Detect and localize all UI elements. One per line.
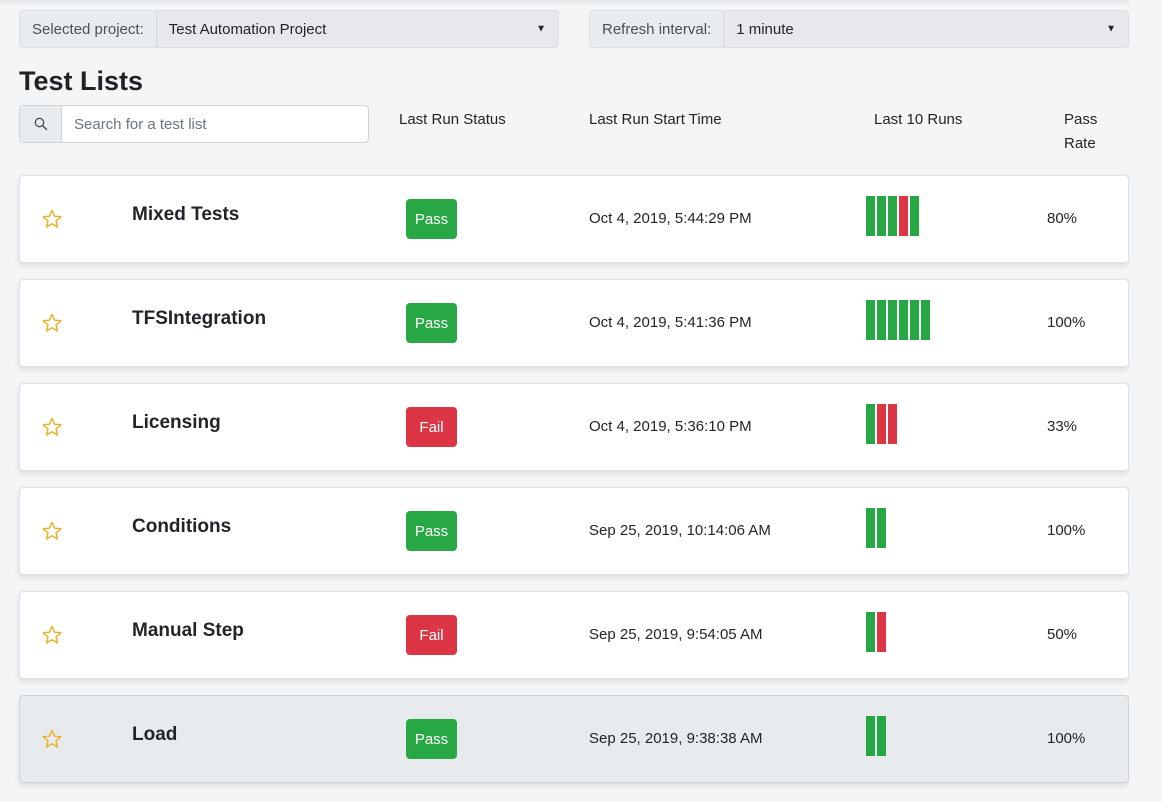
refresh-interval-label: Refresh interval: bbox=[590, 11, 725, 47]
star-icon[interactable] bbox=[41, 624, 63, 646]
last-runs-chart bbox=[866, 508, 888, 548]
run-bar-pass[interactable] bbox=[866, 508, 875, 548]
run-bar-pass[interactable] bbox=[888, 300, 897, 340]
run-bar-fail[interactable] bbox=[877, 404, 886, 444]
refresh-interval-select[interactable]: Refresh interval: 1 minute ▼ bbox=[589, 10, 1129, 48]
pass-rate: 80% bbox=[1047, 210, 1078, 227]
status-badge: Pass bbox=[406, 511, 457, 551]
test-list-row[interactable]: Conditions Pass Sep 25, 2019, 10:14:06 A… bbox=[19, 487, 1129, 575]
run-bar-pass[interactable] bbox=[899, 300, 908, 340]
run-bar-pass[interactable] bbox=[910, 196, 919, 236]
page-gutter bbox=[1129, 0, 1162, 802]
run-bar-fail[interactable] bbox=[888, 404, 897, 444]
star-icon[interactable] bbox=[41, 520, 63, 542]
test-list-name[interactable]: TFSIntegration bbox=[132, 308, 266, 330]
run-bar-pass[interactable] bbox=[921, 300, 930, 340]
test-list-row[interactable]: TFSIntegration Pass Oct 4, 2019, 5:41:36… bbox=[19, 279, 1129, 367]
test-list-row[interactable]: Manual Step Fail Sep 25, 2019, 9:54:05 A… bbox=[19, 591, 1129, 679]
last-runs-chart bbox=[866, 196, 921, 236]
run-bar-pass[interactable] bbox=[877, 508, 886, 548]
status-badge: Pass bbox=[406, 719, 457, 759]
last-run-start-time: Oct 4, 2019, 5:36:10 PM bbox=[589, 418, 752, 435]
pass-rate: 100% bbox=[1047, 522, 1086, 539]
page-title: Test Lists bbox=[19, 66, 144, 96]
test-list-name[interactable]: Mixed Tests bbox=[132, 204, 239, 226]
run-bar-pass[interactable] bbox=[910, 300, 919, 340]
star-icon[interactable] bbox=[41, 208, 63, 230]
test-list-row[interactable]: Mixed Tests Pass Oct 4, 2019, 5:44:29 PM… bbox=[19, 175, 1129, 263]
last-runs-chart bbox=[866, 612, 888, 652]
run-bar-fail[interactable] bbox=[899, 196, 908, 236]
last-runs-chart bbox=[866, 300, 932, 340]
column-header-status[interactable]: Last Run Status bbox=[399, 108, 506, 132]
column-header-start-time[interactable]: Last Run Start Time bbox=[589, 108, 722, 132]
run-bar-pass[interactable] bbox=[866, 404, 875, 444]
last-run-start-time: Oct 4, 2019, 5:44:29 PM bbox=[589, 210, 752, 227]
search-box bbox=[19, 105, 369, 143]
search-icon bbox=[34, 117, 47, 131]
top-shadow bbox=[0, 0, 1162, 6]
project-select-text: Test Automation Project bbox=[168, 20, 327, 38]
test-list-name[interactable]: Licensing bbox=[132, 412, 221, 434]
last-run-start-time: Sep 25, 2019, 9:38:38 AM bbox=[589, 730, 763, 747]
last-run-start-time: Oct 4, 2019, 5:41:36 PM bbox=[589, 314, 752, 331]
project-select-label: Selected project: bbox=[20, 11, 157, 47]
star-icon[interactable] bbox=[41, 312, 63, 334]
test-list-name[interactable]: Conditions bbox=[132, 516, 231, 538]
run-bar-pass[interactable] bbox=[877, 716, 886, 756]
project-select-value[interactable]: Test Automation Project ▼ bbox=[157, 11, 558, 47]
pass-rate: 100% bbox=[1047, 730, 1086, 747]
last-runs-chart bbox=[866, 716, 888, 756]
run-bar-pass[interactable] bbox=[888, 196, 897, 236]
status-badge: Fail bbox=[406, 407, 457, 447]
project-select[interactable]: Selected project: Test Automation Projec… bbox=[19, 10, 559, 48]
pass-rate: 100% bbox=[1047, 314, 1086, 331]
star-icon[interactable] bbox=[41, 416, 63, 438]
status-badge: Pass bbox=[406, 199, 457, 239]
last-run-start-time: Sep 25, 2019, 10:14:06 AM bbox=[589, 522, 771, 539]
run-bar-pass[interactable] bbox=[877, 300, 886, 340]
test-list-row[interactable]: Licensing Fail Oct 4, 2019, 5:36:10 PM 3… bbox=[19, 383, 1129, 471]
star-icon[interactable] bbox=[41, 728, 63, 750]
run-bar-pass[interactable] bbox=[866, 300, 875, 340]
refresh-interval-text: 1 minute bbox=[736, 20, 794, 38]
caret-down-icon: ▼ bbox=[536, 23, 546, 35]
last-runs-chart bbox=[866, 404, 899, 444]
column-header-pass-rate[interactable]: Pass Rate bbox=[1064, 108, 1104, 156]
search-input[interactable] bbox=[62, 106, 368, 142]
test-list-name[interactable]: Manual Step bbox=[132, 620, 244, 642]
column-header-last-runs[interactable]: Last 10 Runs bbox=[874, 108, 962, 132]
run-bar-pass[interactable] bbox=[866, 612, 875, 652]
pass-rate: 33% bbox=[1047, 418, 1078, 435]
refresh-interval-value[interactable]: 1 minute ▼ bbox=[724, 11, 1128, 47]
test-list-row[interactable]: Load Pass Sep 25, 2019, 9:38:38 AM 100% bbox=[19, 695, 1129, 783]
caret-down-icon: ▼ bbox=[1106, 23, 1116, 35]
last-run-start-time: Sep 25, 2019, 9:54:05 AM bbox=[589, 626, 763, 643]
status-badge: Fail bbox=[406, 615, 457, 655]
run-bar-pass[interactable] bbox=[866, 716, 875, 756]
pass-rate: 50% bbox=[1047, 626, 1078, 643]
search-icon-box bbox=[20, 106, 62, 142]
status-badge: Pass bbox=[406, 303, 457, 343]
run-bar-pass[interactable] bbox=[877, 196, 886, 236]
test-list: Mixed Tests Pass Oct 4, 2019, 5:44:29 PM… bbox=[19, 175, 1129, 799]
test-list-name[interactable]: Load bbox=[132, 724, 177, 746]
run-bar-fail[interactable] bbox=[877, 612, 886, 652]
run-bar-pass[interactable] bbox=[866, 196, 875, 236]
